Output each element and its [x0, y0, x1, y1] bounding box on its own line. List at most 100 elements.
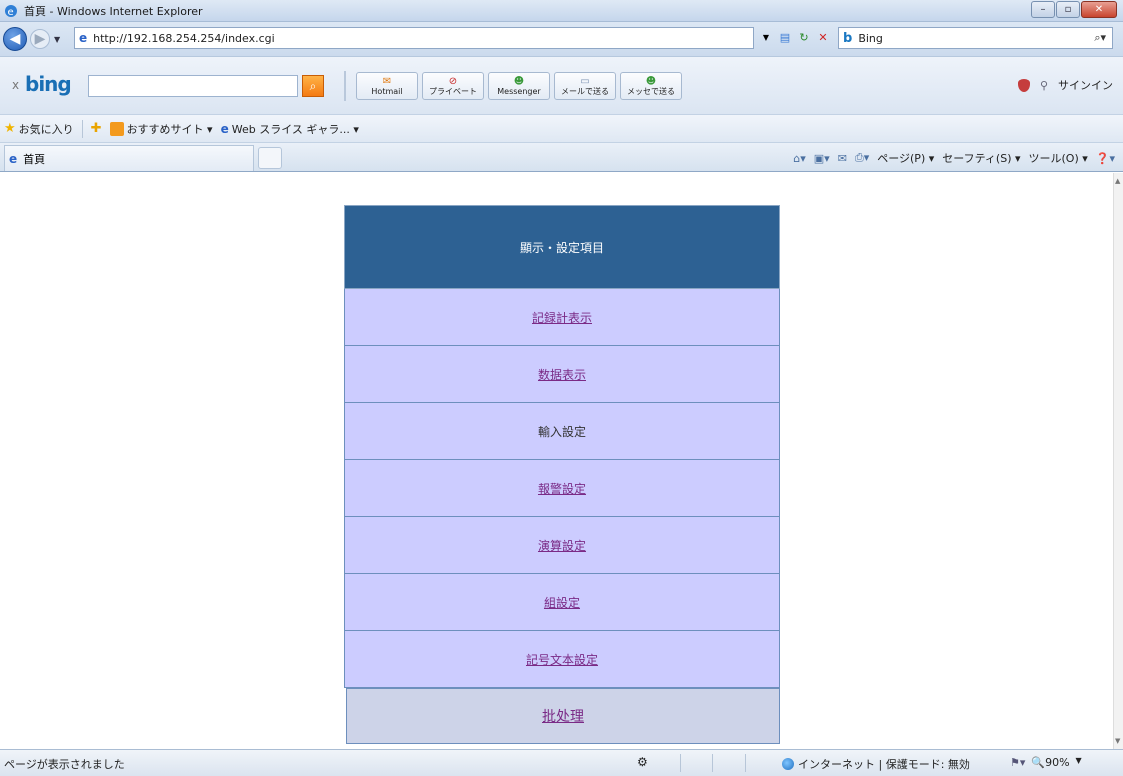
feeds-icon[interactable]: ▣▾	[814, 152, 830, 165]
new-tab-button[interactable]	[258, 147, 282, 169]
svg-text:e: e	[8, 7, 14, 18]
send-mail-label: メールで送る	[561, 86, 609, 96]
tools-menu[interactable]: ツール(O) ▾	[1029, 150, 1088, 166]
favorites-label: お気に入り	[18, 122, 74, 136]
ie-logo-icon: e	[5, 4, 17, 18]
web-slice-gallery-button[interactable]: e Web スライス ギャラ... ▾	[221, 121, 359, 137]
address-field[interactable]: e http://192.168.254.254/index.cgi	[74, 27, 754, 49]
vertical-scrollbar[interactable]: ▲ ▼	[1113, 173, 1123, 749]
web-slice-label: Web スライス ギャラ... ▾	[231, 122, 359, 136]
tab-page-icon: e	[9, 151, 18, 166]
messenger-send-icon: ☻	[645, 75, 657, 87]
group-settings-link[interactable]: 組設定	[544, 594, 580, 611]
compatibility-view-icon[interactable]: ▤	[777, 29, 793, 45]
menu-item-calc-settings: 演算設定	[344, 517, 780, 574]
status-divider	[712, 754, 713, 772]
address-row: ◀ ▶ ▼ e http://192.168.254.254/index.cgi…	[0, 22, 1123, 56]
recorder-display-link[interactable]: 記録計表示	[532, 309, 592, 326]
menu-item-alarm-settings: 報警設定	[344, 460, 780, 517]
toolbar-divider	[344, 71, 346, 101]
refresh-icon[interactable]: ↻	[796, 29, 812, 45]
menu-item-symbol-text-settings: 記号文本設定	[344, 631, 780, 688]
page-menu[interactable]: ページ(P) ▾	[877, 150, 934, 166]
close-toolbar-icon[interactable]: x	[12, 78, 19, 92]
read-mail-icon[interactable]: ✉	[838, 152, 847, 165]
zoom-dropdown-icon[interactable]: ▼	[1076, 756, 1082, 769]
shield-icon[interactable]	[1017, 78, 1030, 92]
status-bar: ページが表示されました ⚙ インターネット | 保護モード: 無効 ⚑▾ 🔍90…	[0, 749, 1123, 776]
alarm-settings-link[interactable]: 報警設定	[538, 480, 586, 497]
bing-search-button[interactable]: ⌕	[302, 75, 324, 97]
search-input[interactable]: b Bing ⌕▾	[838, 27, 1113, 49]
recent-pages-dropdown-icon[interactable]: ▼	[54, 35, 60, 44]
command-bar: ⌂▾ ▣▾ ✉ ⎙▾ ページ(P) ▾ セーフティ(S) ▾ ツール(O) ▾ …	[793, 150, 1115, 166]
maximize-button[interactable]: ▫	[1056, 1, 1080, 18]
privacy-report-icon[interactable]: ⚙	[637, 755, 648, 769]
bing-search-icon: b	[843, 30, 853, 46]
suggested-sites-button[interactable]: おすすめサイト ▾	[109, 121, 213, 137]
security-zone[interactable]: インターネット | 保護モード: 無効	[782, 756, 970, 772]
help-icon[interactable]: ❓▾	[1096, 152, 1115, 165]
suggested-sites-label: おすすめサイト ▾	[126, 122, 213, 136]
calc-settings-link[interactable]: 演算設定	[538, 537, 586, 554]
status-message: ページが表示されました	[4, 758, 125, 771]
search-icon[interactable]: ⌕▾	[1094, 31, 1106, 45]
search-engine-label: Bing	[858, 31, 883, 45]
menu-item-batch: 批处理	[346, 688, 780, 744]
forward-button[interactable]: ▶	[30, 29, 50, 49]
close-button[interactable]: ✕	[1081, 1, 1117, 18]
safety-menu[interactable]: セーフティ(S) ▾	[942, 150, 1020, 166]
wrench-icon[interactable]: ⚲	[1040, 79, 1048, 92]
window-title: 首頁 - Windows Internet Explorer	[24, 4, 203, 18]
batch-link[interactable]: 批处理	[542, 706, 584, 726]
globe-icon	[782, 758, 794, 770]
menu-item-input-settings: 輸入設定	[344, 403, 780, 460]
tab-title: 首頁	[23, 152, 46, 166]
suggested-sites-icon	[109, 121, 124, 136]
add-favorite-icon[interactable]: ✚	[91, 121, 102, 136]
bing-logo: bing	[25, 72, 72, 96]
favorites-divider	[81, 119, 83, 138]
scroll-down-icon[interactable]: ▼	[1115, 737, 1120, 745]
address-url: http://192.168.254.254/index.cgi	[93, 31, 275, 45]
tab-row: e 首頁 ⌂▾ ▣▾ ✉ ⎙▾ ページ(P) ▾ セーフティ(S) ▾ ツール(…	[0, 142, 1123, 172]
messenger-button[interactable]: ☻ Messenger	[488, 72, 550, 100]
hotmail-button[interactable]: ✉ Hotmail	[356, 72, 418, 100]
symbol-text-settings-link[interactable]: 記号文本設定	[526, 651, 598, 668]
send-messenger-button[interactable]: ☻ メッセで送る	[620, 72, 682, 100]
favorites-button[interactable]: ★ お気に入り	[4, 121, 74, 137]
signin-link[interactable]: サインイン	[1058, 77, 1113, 93]
zoom-control[interactable]: 🔍90%	[1031, 756, 1069, 769]
stop-icon[interactable]: ✕	[815, 29, 831, 45]
web-slice-icon: e	[220, 121, 229, 136]
bing-toolbar: x bing ⌕ ✉ Hotmail ⊘ プライベート ☻ Messenger …	[0, 56, 1123, 114]
minimize-button[interactable]: –	[1031, 1, 1055, 18]
bing-search-input[interactable]	[88, 75, 298, 97]
messenger-icon: ☻	[513, 75, 525, 87]
print-icon[interactable]: ⎙▾	[855, 151, 869, 165]
status-divider	[680, 754, 681, 772]
star-icon: ★	[4, 121, 16, 136]
input-settings-link[interactable]: 輸入設定	[538, 423, 586, 440]
messenger-label: Messenger	[497, 86, 541, 96]
protected-mode-icon[interactable]: ⚑▾	[1010, 756, 1025, 769]
send-mail-button[interactable]: ▭ メールで送る	[554, 72, 616, 100]
scroll-up-icon[interactable]: ▲	[1115, 177, 1120, 185]
address-dropdown-icon[interactable]: ▼	[758, 29, 774, 45]
menu-header: 顯示・設定項目	[344, 205, 780, 289]
hotmail-icon: ✉	[382, 75, 392, 87]
private-label: プライベート	[429, 86, 477, 96]
security-zone-label: インターネット | 保護モード: 無効	[798, 758, 970, 771]
back-button[interactable]: ◀	[3, 27, 27, 51]
tab-home[interactable]: e 首頁	[4, 145, 254, 171]
private-button[interactable]: ⊘ プライベート	[422, 72, 484, 100]
send-messenger-label: メッセで送る	[627, 86, 675, 96]
title-bar: e 首頁 - Windows Internet Explorer – ▫ ✕	[0, 0, 1123, 22]
menu-item-group-settings: 組設定	[344, 574, 780, 631]
home-icon[interactable]: ⌂▾	[793, 152, 806, 165]
private-icon: ⊘	[448, 75, 458, 87]
mail-icon: ▭	[580, 75, 590, 87]
data-display-link[interactable]: 数据表示	[538, 366, 586, 383]
menu-item-recorder-display: 記録計表示	[344, 289, 780, 346]
favorites-bar: ★ お気に入り ✚ おすすめサイト ▾ e Web スライス ギャラ... ▾	[0, 114, 1123, 142]
